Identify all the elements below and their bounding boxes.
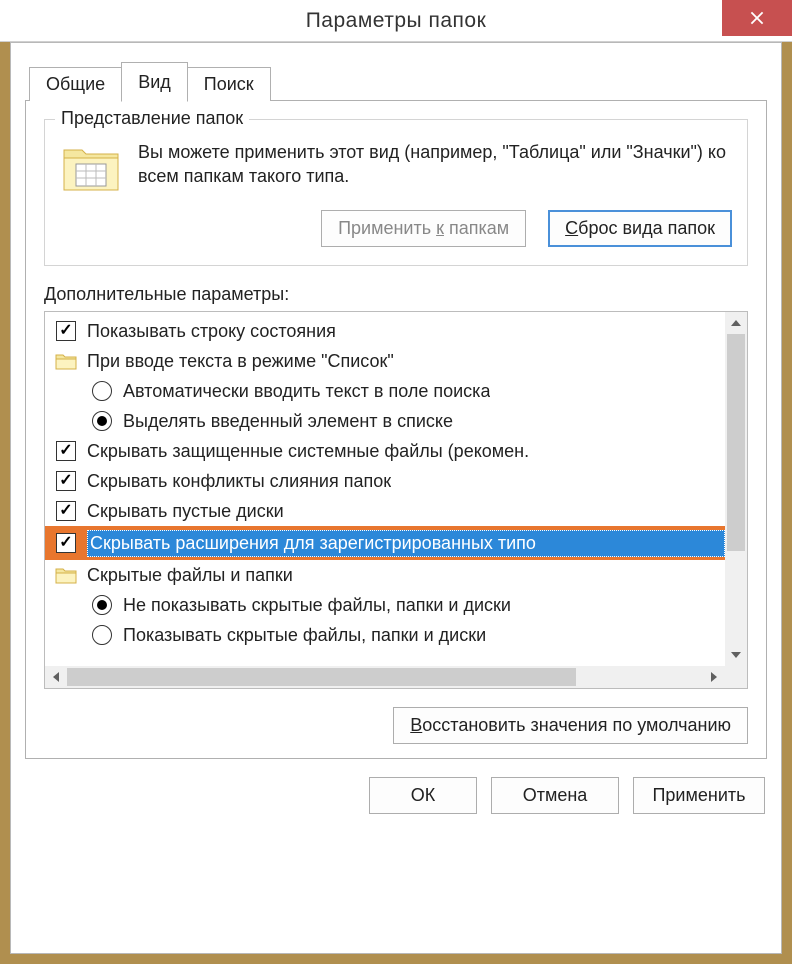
list-item[interactable]: Показывать строку состояния bbox=[45, 316, 725, 346]
checkbox[interactable] bbox=[55, 500, 77, 522]
checkbox[interactable] bbox=[55, 532, 77, 554]
list-item-label: Показывать скрытые файлы, папки и диски bbox=[123, 625, 486, 646]
tab-search[interactable]: Поиск bbox=[187, 67, 271, 101]
radio[interactable] bbox=[91, 624, 113, 646]
scroll-up-arrow-icon[interactable] bbox=[725, 312, 747, 334]
folder-icon bbox=[55, 350, 77, 372]
list-item-label: Скрывать конфликты слияния папок bbox=[87, 471, 391, 492]
list-item[interactable]: Автоматически вводить текст в поле поиск… bbox=[45, 376, 725, 406]
content-frame: Общие Вид Поиск Представление папок bbox=[10, 42, 782, 954]
checkbox[interactable] bbox=[55, 440, 77, 462]
vertical-scrollbar[interactable] bbox=[725, 312, 747, 666]
scroll-down-arrow-icon[interactable] bbox=[725, 644, 747, 666]
advanced-settings-listbox[interactable]: Показывать строку состояния При вводе тек… bbox=[44, 311, 748, 689]
ok-button[interactable]: ОК bbox=[369, 777, 477, 814]
list-item[interactable]: Скрытые файлы и папки bbox=[45, 560, 725, 590]
close-icon bbox=[750, 11, 764, 25]
checkbox[interactable] bbox=[55, 470, 77, 492]
list-item[interactable]: Скрывать расширения для зарегистрированн… bbox=[45, 526, 725, 560]
cancel-button[interactable]: Отмена bbox=[491, 777, 619, 814]
list-item[interactable]: Скрывать пустые диски bbox=[45, 496, 725, 526]
checkbox[interactable] bbox=[55, 320, 77, 342]
window-title: Параметры папок bbox=[306, 9, 487, 33]
hscroll-thumb[interactable] bbox=[67, 668, 576, 686]
folder-icon bbox=[55, 564, 77, 586]
scroll-corner bbox=[725, 666, 747, 688]
list-item[interactable]: При вводе текста в режиме "Список" bbox=[45, 346, 725, 376]
list-item-label: Показывать строку состояния bbox=[87, 321, 336, 342]
folder-view-group: Представление папок Вы можете применить … bbox=[44, 119, 748, 266]
list-item[interactable]: Показывать скрытые файлы, папки и диски bbox=[45, 620, 725, 650]
list-item-label: Скрывать защищенные системные файлы (рек… bbox=[87, 441, 529, 462]
list-item-label: Скрытые файлы и папки bbox=[87, 565, 293, 586]
hscroll-track[interactable] bbox=[67, 666, 703, 688]
tab-view[interactable]: Вид bbox=[121, 62, 188, 102]
dialog-button-row: ОК Отмена Применить bbox=[25, 777, 767, 814]
folder-view-description: Вы можете применить этот вид (например, … bbox=[138, 140, 732, 196]
horizontal-scrollbar[interactable] bbox=[45, 666, 747, 688]
scroll-right-arrow-icon[interactable] bbox=[703, 666, 725, 688]
folder-view-group-title: Представление папок bbox=[55, 108, 249, 129]
folder-options-icon bbox=[60, 140, 122, 196]
tab-general[interactable]: Общие bbox=[29, 67, 122, 101]
titlebar: Параметры папок bbox=[0, 0, 792, 42]
apply-to-folders-button[interactable]: Применить к папкам bbox=[321, 210, 526, 247]
list-item[interactable]: Выделять введенный элемент в списке bbox=[45, 406, 725, 436]
scroll-thumb[interactable] bbox=[727, 334, 745, 551]
restore-defaults-button[interactable]: Восстановить значения по умолчанию bbox=[393, 707, 748, 744]
scroll-track[interactable] bbox=[725, 334, 747, 644]
radio[interactable] bbox=[91, 594, 113, 616]
apply-button[interactable]: Применить bbox=[633, 777, 765, 814]
tab-panel-view: Представление папок Вы можете применить … bbox=[25, 100, 767, 759]
list-item-label: Не показывать скрытые файлы, папки и дис… bbox=[123, 595, 511, 616]
radio[interactable] bbox=[91, 410, 113, 432]
scroll-left-arrow-icon[interactable] bbox=[45, 666, 67, 688]
list-item-label: Скрывать расширения для зарегистрированн… bbox=[87, 530, 725, 557]
reset-folders-button[interactable]: Сброс вида папок bbox=[548, 210, 732, 247]
close-button[interactable] bbox=[722, 0, 792, 36]
list-item-label: Выделять введенный элемент в списке bbox=[123, 411, 453, 432]
list-item-label: Автоматически вводить текст в поле поиск… bbox=[123, 381, 490, 402]
advanced-settings-label: Дополнительные параметры: bbox=[44, 284, 748, 305]
radio[interactable] bbox=[91, 380, 113, 402]
list-item[interactable]: Не показывать скрытые файлы, папки и дис… bbox=[45, 590, 725, 620]
dialog-window: Параметры папок Общие Вид Поиск Представ… bbox=[0, 0, 792, 964]
list-item-label: При вводе текста в режиме "Список" bbox=[87, 351, 394, 372]
list-item[interactable]: Скрывать конфликты слияния папок bbox=[45, 466, 725, 496]
list-item[interactable]: Скрывать защищенные системные файлы (рек… bbox=[45, 436, 725, 466]
tab-strip: Общие Вид Поиск bbox=[29, 61, 767, 101]
list-item-label: Скрывать пустые диски bbox=[87, 501, 284, 522]
